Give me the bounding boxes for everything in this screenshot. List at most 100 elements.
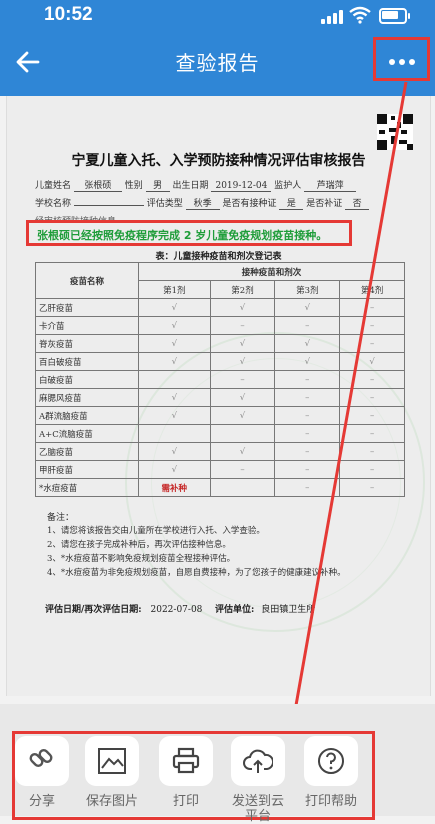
report-paper: 宁夏儿童入托、入学预防接种情况评估审核报告 儿童姓名 张根硕 性别 男 出生日期… [7,96,430,696]
table-caption: 表：儿童接种疫苗和剂次登记表 [155,252,282,262]
share-label: 分享 [28,794,55,809]
report-document[interactable]: 宁夏儿童入托、入学预防接种情况评估审核报告 儿童姓名 张根硕 性别 男 出生日期… [6,96,431,696]
table-row: 乙脑疫苗 √ √ – – [35,442,405,461]
note-item: 4、*水痘疫苗为非免疫规划疫苗，自愿自费接种，为了您孩子的健康建议补种。 [47,568,346,578]
table-row: A+C流脑疫苗 – – [35,424,405,443]
table-row: *水痘疫苗 需补种 – – [35,478,405,497]
has-certificate-label: 是否有接种证 [222,199,277,209]
print-help-tile[interactable] [304,736,358,786]
report-title: 宁夏儿童入托、入学预防接种情况评估审核报告 [71,153,366,169]
dose-cell: √ [274,298,341,317]
send-to-cloud-button[interactable]: 发送到云 平台 [230,736,286,824]
eval-type-value: 秋季 [185,196,220,210]
dose-cell: √ [209,298,276,317]
eval-date-label: 评估日期/再次评估日期: [45,605,142,615]
dose-cell: – [209,316,276,335]
dose-cell: – [339,370,405,389]
dose-cell: – [339,334,405,353]
dose-cell: – [339,424,405,443]
eval-unit-value: 良田镇卫生所 [261,605,316,615]
cloud-upload-icon [243,749,273,773]
guardian-value: 芦瑞萍 [304,178,357,192]
dose-cell: √ [138,316,211,335]
send-to-cloud-tile[interactable] [231,736,285,786]
table-row: 白破疫苗 – – – [35,370,405,389]
vaccine-name: A+C流脑疫苗 [35,424,139,443]
save-image-button[interactable]: 保存图片 [84,736,140,809]
vaccine-name: A群流脑疫苗 [35,406,139,425]
dose-cell: √ [274,334,341,353]
dose-cell: √ [209,442,276,461]
print-help-label: 打印帮助 [304,794,357,809]
dose-cell: – [274,460,341,479]
print-tile[interactable] [159,736,213,786]
dose-cell: – [339,442,405,461]
vaccine-name: 白破疫苗 [35,370,139,389]
save-image-tile[interactable] [85,736,139,786]
dose-cell: – [339,298,405,317]
dose-cell: √ [138,388,211,407]
dose-header: 第1剂 [138,280,211,299]
cellular-signal-icon [321,10,343,24]
dose-cell: – [339,478,405,497]
info-row-1: 儿童姓名 张根硕 性别 男 出生日期 2019-12-04 监护人 芦瑞萍 [35,178,357,192]
reissue-value: 否 [345,196,370,210]
print-button[interactable]: 打印 [158,736,214,809]
eval-date: 评估日期/再次评估日期: 2022-07-08 [45,602,202,615]
vaccine-name: 脊灰疫苗 [35,334,139,353]
save-image-label: 保存图片 [85,794,138,809]
gender-label: 性别 [124,181,143,191]
dose-cell: √ [138,334,211,353]
vaccine-name: 甲肝疫苗 [35,460,139,479]
dose-cell: – [339,388,405,407]
page-title: 查验报告 [175,53,260,75]
dose-cell [209,478,276,497]
name-label: 儿童姓名 [35,181,72,191]
eval-unit: 评估单位: 良田镇卫生所 [215,602,315,615]
dose-cell: √ [209,334,276,353]
more-options-button[interactable] [373,37,430,81]
vaccine-name: 乙脑疫苗 [35,442,139,461]
dose-header: 第4剂 [339,280,405,299]
table-row: 脊灰疫苗 √ √ √ – [35,334,405,353]
gender-value: 男 [145,178,170,192]
send-to-cloud-label-line1: 发送到云 [231,794,284,809]
dose-cell: – [274,388,341,407]
dose-header: 第2剂 [209,280,276,299]
dob-value: 2019-12-04 [211,181,272,192]
dob-label: 出生日期 [172,181,209,191]
image-icon [98,748,126,774]
dose-header: 第3剂 [274,280,341,299]
reissue-label: 是否补证 [306,199,343,209]
printer-icon [172,747,200,774]
note-item: 2、请您在孩子完成补种后，再次评估接种信息。 [47,540,231,550]
dose-cell: – [339,460,405,479]
print-help-button[interactable]: 打印帮助 [303,736,359,809]
dose-cell: √ [138,406,211,425]
share-tile[interactable] [15,736,69,786]
dose-cell [209,424,276,443]
dose-cell: √ [138,298,211,317]
dose-cell: – [209,460,276,479]
dose-cell [138,424,211,443]
dose-cell: √ [209,352,276,371]
table-row: 麻腮风疫苗 √ √ – – [35,388,405,407]
dose-cell [138,370,211,389]
table-row: A群流脑疫苗 √ √ – – [35,406,405,425]
dose-cell: √ [138,442,211,461]
dose-cell: – [274,424,341,443]
dose-cell: – [339,406,405,425]
dose-cell: √ [138,352,211,371]
note-item: 3、*水痘疫苗不影响免疫规划疫苗全程接种评估。 [47,554,236,564]
send-to-cloud-label: 发送到云 平台 [230,794,286,824]
table-row: 甲肝疫苗 √ – – – [35,460,405,479]
dose-cell: – [274,442,341,461]
share-button[interactable]: 分享 [14,736,70,809]
wifi-icon [349,6,371,24]
link-icon [29,749,53,767]
vaccine-table: 疫苗名称 接种疫苗和剂次 第1剂 第2剂 第3剂 第4剂 乙肝疫苗 √ √ √ – 卡介苗… [35,262,405,497]
info-row-2: 学校名称 评估类型 秋季 是否有接种证 是 是否补证 否 [35,196,370,210]
dose-cell: √ [138,460,211,479]
help-icon [318,748,344,774]
status-time: 10:52 [44,4,93,25]
